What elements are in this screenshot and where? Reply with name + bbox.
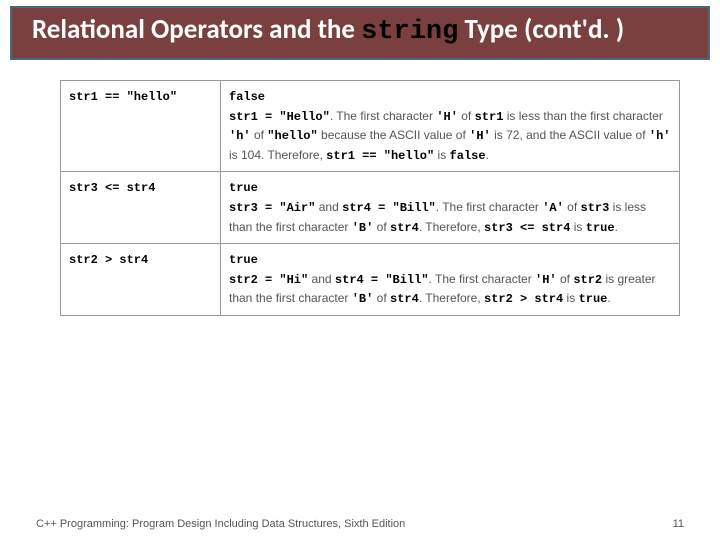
result: false [229, 90, 265, 104]
expression: str3 <= str4 [69, 181, 155, 195]
expression: str2 > str4 [69, 253, 148, 267]
slide-footer: C++ Programming: Program Design Includin… [0, 518, 720, 530]
explanation-cell: true str2 = "Hi" and str4 = "Bill". The … [221, 244, 680, 316]
result: true [229, 181, 258, 195]
title-suffix: Type (cont'd. ) [458, 13, 624, 46]
result: true [229, 253, 258, 267]
footer-text: C++ Programming: Program Design Includin… [36, 518, 405, 530]
comparison-table: str1 == "hello" false str1 = "Hello". Th… [60, 80, 680, 316]
table-row: str1 == "hello" false str1 = "Hello". Th… [61, 81, 680, 172]
table-row: str3 <= str4 true str3 = "Air" and str4 … [61, 172, 680, 244]
explanation-cell: true str3 = "Air" and str4 = "Bill". The… [221, 172, 680, 244]
title-prefix: Relational Operators and the [32, 13, 361, 46]
table-row: str2 > str4 true str2 = "Hi" and str4 = … [61, 244, 680, 316]
page-number: 11 [673, 518, 684, 530]
title-mono: string [361, 17, 458, 47]
expression: str1 == "hello" [69, 90, 177, 104]
slide-title: Relational Operators and the string Type… [10, 6, 710, 60]
explanation-cell: false str1 = "Hello". The first characte… [221, 81, 680, 172]
